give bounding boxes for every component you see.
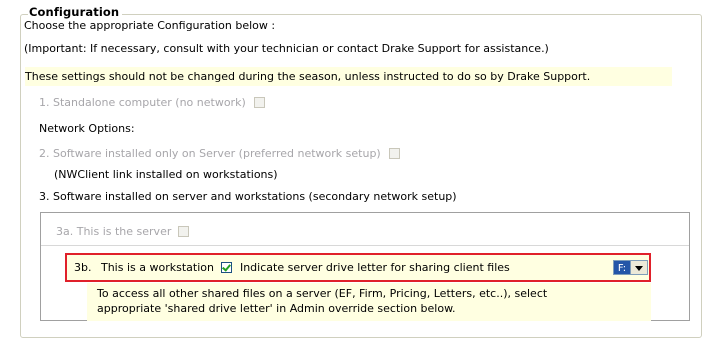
important-note: (Important: If necessary, consult with y…	[24, 42, 549, 55]
option-3-label: 3. Software installed on server and work…	[39, 190, 457, 203]
option-3a-row: 3a. This is the server	[41, 213, 689, 246]
server-only-checkbox[interactable]	[389, 148, 401, 159]
info-note-box: To access all other shared files on a se…	[87, 283, 651, 321]
drive-letter-dropdown[interactable]: F:	[613, 260, 648, 275]
info-line-1: To access all other shared files on a se…	[97, 287, 548, 300]
dropdown-arrow-icon[interactable]	[631, 260, 648, 275]
option-1-row: 1. Standalone computer (no network)	[39, 96, 266, 109]
server-checkbox[interactable]	[177, 226, 189, 237]
drive-letter-label: Indicate server drive letter for sharing…	[239, 261, 510, 274]
option-2-label: 2. Software installed only on Server (pr…	[39, 147, 381, 160]
workstation-checkbox[interactable]	[221, 262, 233, 273]
workstation-highlight-box: 3b. This is a workstation Indicate serve…	[65, 253, 651, 282]
standalone-checkbox[interactable]	[254, 97, 266, 108]
option-2-note: (NWClient link installed on workstations…	[54, 168, 278, 181]
option-3-panel: 3a. This is the server 3b. This is a wor…	[40, 212, 690, 321]
option-1-label: 1. Standalone computer (no network)	[39, 96, 246, 109]
network-options-heading: Network Options:	[39, 122, 135, 135]
option-3b-label: This is a workstation	[100, 261, 214, 274]
option-2-row: 2. Software installed only on Server (pr…	[39, 147, 401, 160]
warning-text: These settings should not be changed dur…	[25, 70, 591, 83]
configuration-legend: Configuration	[28, 5, 123, 19]
intro-text: Choose the appropriate Configuration bel…	[24, 19, 276, 32]
info-line-2: appropriate 'shared drive letter' in Adm…	[97, 302, 456, 315]
option-3a-label: 3a. This is the server	[56, 225, 172, 238]
option-3b-prefix: 3b.	[74, 261, 92, 274]
drive-letter-value: F:	[613, 260, 631, 275]
